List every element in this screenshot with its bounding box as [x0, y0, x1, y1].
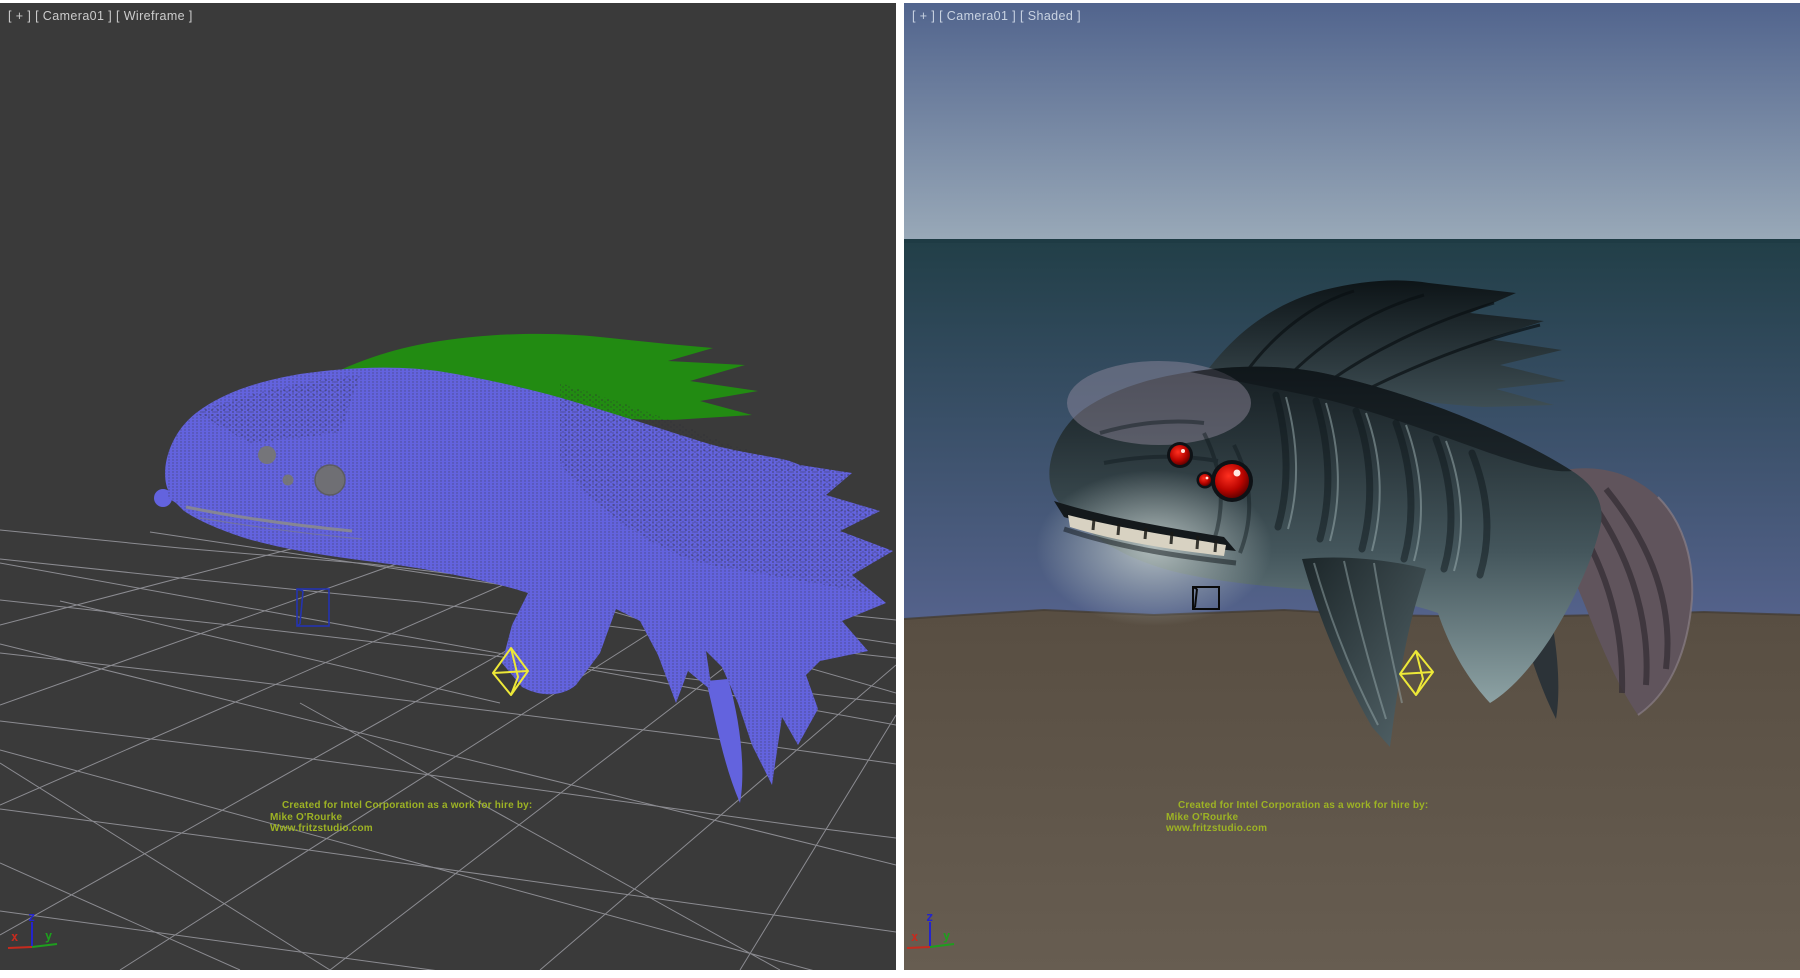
- axis-z-label: z: [28, 913, 35, 924]
- watermark-line: Created for Intel Corporation as a work …: [282, 800, 532, 812]
- axis-x-label: x: [911, 930, 918, 944]
- axis-tripod-icon: z x y: [2, 913, 64, 969]
- axis-tripod-icon: z x y: [906, 913, 968, 969]
- dual-viewport-stage: [ + ] [ Camera01 ] [ Wireframe ]: [0, 0, 1800, 978]
- fish-eye-tiny-wire: [283, 475, 294, 486]
- eye-large: [1215, 464, 1249, 498]
- dummy-helper-box-left[interactable]: [297, 589, 329, 626]
- watermark-left: Created for Intel Corporation as a work …: [270, 800, 532, 835]
- axis-z-label: z: [926, 913, 933, 924]
- watermark-line: Created for Intel Corporation as a work …: [1178, 800, 1428, 812]
- fish-eye-small-wire: [258, 446, 276, 464]
- watermark-line: Mike O'Rourke: [1166, 812, 1428, 824]
- axis-y-label: y: [45, 929, 52, 943]
- watermark-line: www.fritzstudio.com: [1166, 823, 1428, 835]
- axis-x-label: x: [11, 930, 18, 944]
- sky: [904, 3, 1800, 241]
- eye-tiny: [1199, 474, 1211, 486]
- viewport-shaded[interactable]: [ + ] [ Camera01 ] [ Shaded ]: [904, 3, 1800, 970]
- watermark-line: Www.fritzstudio.com: [270, 823, 532, 835]
- viewport-wireframe[interactable]: [ + ] [ Camera01 ] [ Wireframe ]: [0, 3, 896, 970]
- eye-small: [1170, 445, 1190, 465]
- axis-y-label: y: [943, 929, 950, 943]
- watermark-line: Mike O'Rourke: [270, 812, 532, 824]
- fish-model-wireframe[interactable]: [154, 334, 893, 803]
- viewport-label-shaded[interactable]: [ + ] [ Camera01 ] [ Shaded ]: [912, 9, 1081, 23]
- viewport-label-wireframe[interactable]: [ + ] [ Camera01 ] [ Wireframe ]: [8, 9, 193, 23]
- fish-eye-large-wire: [315, 465, 345, 495]
- watermark-right: Created for Intel Corporation as a work …: [1166, 800, 1428, 835]
